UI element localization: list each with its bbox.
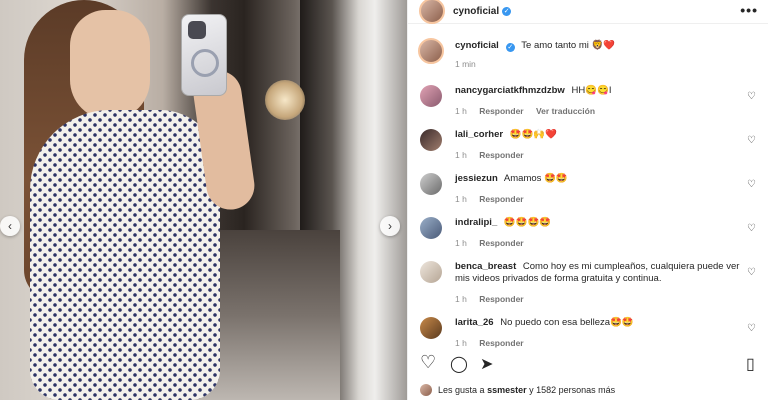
caption-body: cynoficial ✓ Te amo tanto mi 🦁❤️ 1 min xyxy=(455,40,745,70)
verified-badge-icon: ✓ xyxy=(502,7,512,16)
comment-text: HH😋😋I xyxy=(571,85,612,96)
comment-body: indralipi_ 🤩🤩🤩🤩 1 h Responder xyxy=(455,217,745,249)
comment-meta: 1 h Responder xyxy=(455,293,745,305)
like-comment-heart-icon[interactable]: ♡ xyxy=(747,91,756,102)
comment-username[interactable]: lali_corher xyxy=(455,129,503,140)
commenter-avatar[interactable] xyxy=(420,317,442,339)
phone-magsafe-ring xyxy=(191,49,219,77)
comment-username[interactable]: benca_breast xyxy=(455,261,516,272)
comment-username[interactable]: jessiezun xyxy=(455,173,498,184)
comment-time: 1 h xyxy=(455,194,467,204)
comment-time: 1 h xyxy=(455,338,467,348)
comments-list[interactable]: cynoficial ✓ Te amo tanto mi 🦁❤️ 1 min na… xyxy=(408,30,768,350)
save-bookmark-icon[interactable]: ▯ xyxy=(746,354,755,374)
commenter-avatar[interactable] xyxy=(420,85,442,107)
commenter-avatar[interactable] xyxy=(420,173,442,195)
patterned-dress xyxy=(30,110,220,400)
face xyxy=(70,10,150,120)
comment-body: benca_breast Como hoy es mi cumpleaños, … xyxy=(455,261,745,305)
phone xyxy=(181,14,227,96)
likes-suffix: y 1582 personas más xyxy=(529,385,616,395)
lamp xyxy=(265,80,305,120)
author-avatar[interactable] xyxy=(419,0,445,24)
comment-time: 1 h xyxy=(455,294,467,304)
comment-text: No puedo con esa belleza🤩🤩 xyxy=(500,317,634,328)
like-comment-heart-icon[interactable]: ♡ xyxy=(747,223,756,234)
like-comment-heart-icon[interactable]: ♡ xyxy=(747,135,756,146)
reply-button[interactable]: Responder xyxy=(479,150,523,160)
like-comment-heart-icon[interactable]: ♡ xyxy=(747,267,756,278)
comment-body: larita_26 No puedo con esa belleza🤩🤩 1 h… xyxy=(455,317,745,349)
caption-time: 1 min xyxy=(455,59,476,69)
verified-badge-icon: ✓ xyxy=(505,43,515,52)
reply-button[interactable]: Responder xyxy=(479,338,523,348)
reply-button[interactable]: Responder xyxy=(479,238,523,248)
likes-summary[interactable]: Les gusta a ssmester y 1582 personas más xyxy=(420,384,615,396)
post-header: cynoficial ✓ ••• xyxy=(408,0,768,24)
comment-username[interactable]: larita_26 xyxy=(455,317,494,328)
like-comment-heart-icon[interactable]: ♡ xyxy=(747,179,756,190)
commenter-avatar[interactable] xyxy=(420,129,442,151)
comment-meta: 1 h Responder xyxy=(455,193,745,205)
commenter-avatar[interactable] xyxy=(420,261,442,283)
phone-camera xyxy=(188,21,206,39)
caption-meta: 1 min xyxy=(455,58,745,70)
post-sidebar: cynoficial ✓ ••• cynoficial ✓ Te amo tant… xyxy=(407,0,768,400)
reply-button[interactable]: Responder xyxy=(479,294,523,304)
comment-meta: 1 h Responder xyxy=(455,337,745,349)
comment-time: 1 h xyxy=(455,150,467,160)
comment-meta: 1 h Responder xyxy=(455,149,745,161)
like-heart-icon[interactable]: ♡ xyxy=(420,352,436,373)
likes-user[interactable]: ssmester xyxy=(487,385,527,395)
comment-username[interactable]: indralipi_ xyxy=(455,217,497,228)
more-options-icon[interactable]: ••• xyxy=(740,2,758,18)
post-media[interactable]: ‹ › xyxy=(0,0,407,400)
commenter-avatar[interactable] xyxy=(420,217,442,239)
post-actions: ♡ ◯ ➤ ▯ xyxy=(420,352,760,376)
comment-time: 1 h xyxy=(455,238,467,248)
comment-time: 1 h xyxy=(455,106,467,116)
likes-prefix: Les gusta a xyxy=(438,385,485,395)
comment-text: 🤩🤩🤩🤩 xyxy=(503,217,552,228)
comment-body: jessiezun Amamos 🤩🤩 1 h Responder xyxy=(455,173,745,205)
comment-text: Amamos 🤩🤩 xyxy=(503,173,568,184)
comment-meta: 1 h Responder Ver traducción xyxy=(455,105,745,117)
see-translation-button[interactable]: Ver traducción xyxy=(536,106,595,116)
liker-avatar xyxy=(420,384,432,396)
comment-username[interactable]: nancygarciatkfhmzdzbw xyxy=(455,85,565,96)
reply-button[interactable]: Responder xyxy=(479,194,523,204)
like-comment-heart-icon[interactable]: ♡ xyxy=(747,323,756,334)
comment-body: lali_corher 🤩🤩🙌❤️ 1 h Responder xyxy=(455,129,745,161)
comment-bubble-icon[interactable]: ◯ xyxy=(450,354,468,374)
next-media-button[interactable]: › xyxy=(380,216,400,236)
previous-media-button[interactable]: ‹ xyxy=(0,216,20,236)
caption-username[interactable]: cynoficial xyxy=(455,40,499,51)
caption-text: Te amo tanto mi 🦁❤️ xyxy=(521,40,616,51)
share-send-icon[interactable]: ➤ xyxy=(480,354,493,374)
comment-meta: 1 h Responder xyxy=(455,237,745,249)
comment-body: nancygarciatkfhmzdzbw HH😋😋I 1 h Responde… xyxy=(455,85,745,117)
reply-button[interactable]: Responder xyxy=(479,106,523,116)
author-username[interactable]: cynoficial xyxy=(453,6,499,17)
caption-avatar[interactable] xyxy=(418,38,444,64)
comment-text: 🤩🤩🙌❤️ xyxy=(509,129,558,140)
